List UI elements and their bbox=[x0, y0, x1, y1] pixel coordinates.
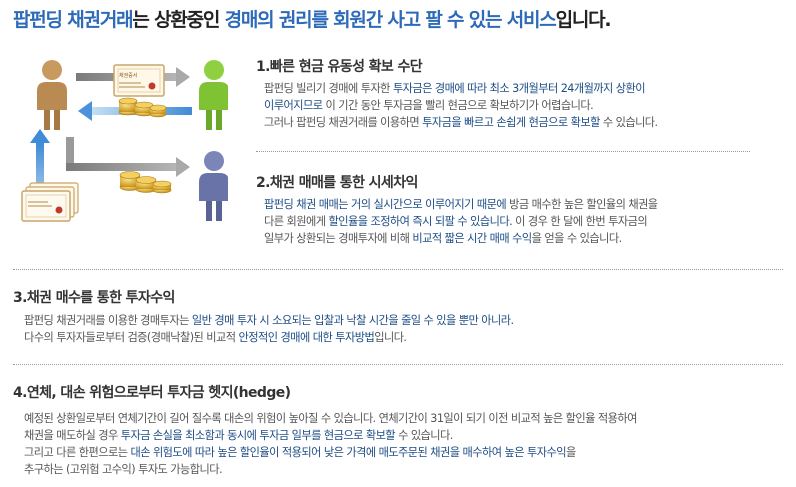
divider-1 bbox=[256, 151, 750, 152]
user-green-icon bbox=[199, 60, 228, 130]
highlighted-text: 비교적 짧은 시간 매매 수익 bbox=[412, 232, 532, 245]
section-2-title: 2.채권 매매를 통한 시세차익 bbox=[256, 175, 418, 191]
body-text: 입니다. bbox=[374, 331, 407, 344]
body-text: 다수의 투자자들로부터 검증(경매낙찰)된 비교적 bbox=[24, 331, 239, 344]
highlighted-text: 팝펀딩 채권 매매는 거의 실시간으로 이루어지기 때문에 bbox=[264, 198, 507, 211]
body-text: 그러나 팝펀딩 채권거래를 이용하면 bbox=[264, 116, 423, 129]
divider-2 bbox=[13, 269, 783, 270]
bond-certificate-icon: 채권증서 bbox=[113, 64, 165, 97]
highlighted-text: 투자금은 bbox=[392, 82, 433, 95]
paragraph-line: 팝펀딩 채권 매매는 거의 실시간으로 이루어지기 때문에 방금 매수한 높은 … bbox=[264, 196, 658, 213]
gold-coins-stack-icon bbox=[119, 171, 172, 194]
section-2-body: 팝펀딩 채권 매매는 거의 실시간으로 이루어지기 때문에 방금 매수한 높은 … bbox=[264, 196, 658, 247]
highlighted-text: 투자금 손실을 최소함과 동시에 투자금 일부를 현금으로 확보할 bbox=[120, 429, 396, 442]
paragraph-line: 그리고 다른 한편으로는 대손 위험도에 따라 높은 할인율이 적용되어 낮은 … bbox=[24, 444, 637, 461]
highlighted-text: 안정적인 경매에 대한 투자방법 bbox=[238, 331, 375, 344]
body-text: 추구하는 (고위험 고수익) 투자도 가능합니다. bbox=[24, 463, 223, 476]
body-text: 예정된 상환일로부터 연체기간이 길어 질수록 대손의 위험이 높아질 수 있습… bbox=[24, 412, 637, 425]
gold-coins-icon bbox=[118, 97, 167, 118]
highlighted-text: 경매에 따라 최소 3개월부터 24개월까지 상환이 bbox=[431, 82, 646, 95]
paragraph-line: 팝펀딩 채권거래를 이용한 경매투자는 일반 경매 투자 시 소요되는 입찰과 … bbox=[24, 312, 514, 329]
highlighted-text: 투자금을 빠르고 손쉽게 현금으로 확보할 bbox=[422, 116, 600, 129]
bond-trading-illustration: 채권증서 bbox=[21, 60, 228, 222]
body-text: 일부가 상환되는 경매투자에 비해 bbox=[264, 232, 413, 245]
body-text: 팝펀딩 빌리기 경매에 투자한 bbox=[264, 82, 393, 95]
section-4-title: 4.연체, 대손 위험으로부터 투자금 헷지(hedge) bbox=[13, 385, 291, 401]
bond-certificates-stack-icon bbox=[21, 182, 79, 222]
headline-text-b: 입니다. bbox=[555, 9, 612, 31]
body-text: 을 얻을 수 있습니다. bbox=[531, 232, 623, 245]
headline-service-name: 팝펀딩 채권거래 bbox=[13, 9, 134, 31]
body-text: 방금 매수한 높은 할인율의 채권을 bbox=[506, 198, 658, 211]
section-4-body: 예정된 상환일로부터 연체기간이 길어 질수록 대손의 위험이 높아질 수 있습… bbox=[24, 410, 637, 478]
page-headline: 팝펀딩 채권거래는 상환중인 경매의 권리를 회원간 사고 팔 수 있는 서비스… bbox=[13, 5, 612, 32]
headline-highlight: 경매의 권리를 회원간 사고 팔 수 있는 서비스 bbox=[224, 9, 557, 31]
body-text: 을 bbox=[565, 446, 576, 459]
body-text: 다른 회원에게 bbox=[264, 215, 329, 228]
paragraph-line: 채권을 매도하실 경우 투자금 손실을 최소함과 동시에 투자금 일부를 현금으… bbox=[24, 427, 637, 444]
paragraph-line: 팝펀딩 빌리기 경매에 투자한 투자금은 경매에 따라 최소 3개월부터 24개… bbox=[264, 80, 658, 97]
paragraph-line: 추구하는 (고위험 고수익) 투자도 가능합니다. bbox=[24, 461, 637, 478]
body-text: 수 있습니다. bbox=[395, 429, 453, 442]
highlighted-text: 할인율을 조정하여 즉시 되팔 수 있습니다. bbox=[328, 215, 513, 228]
section-3-title: 3.채권 매수를 통한 투자수익 bbox=[13, 290, 175, 306]
section-1-title: 1.빠른 현금 유동성 확보 수단 bbox=[256, 59, 423, 75]
body-text: 이 기간 동안 투자금을 빨리 현금으로 확보하기가 어렵습니다. bbox=[322, 99, 594, 112]
body-text: 팝펀딩 채권거래를 이용한 경매투자는 bbox=[24, 314, 192, 327]
highlighted-text: 이루어지므로 bbox=[264, 99, 323, 112]
paragraph-line: 이루어지므로 이 기간 동안 투자금을 빨리 현금으로 확보하기가 어렵습니다. bbox=[264, 97, 658, 114]
arrow-down-right-icon bbox=[66, 137, 190, 177]
body-text: 채권을 매도하실 경우 bbox=[24, 429, 121, 442]
paragraph-line: 예정된 상환일로부터 연체기간이 길어 질수록 대손의 위험이 높아질 수 있습… bbox=[24, 410, 637, 427]
divider-3 bbox=[13, 364, 783, 365]
headline-text-a: 는 상환중인 bbox=[132, 9, 225, 31]
paragraph-line: 그러나 팝펀딩 채권거래를 이용하면 투자금을 빠르고 손쉽게 현금으로 확보할… bbox=[264, 114, 658, 131]
section-3-body: 팝펀딩 채권거래를 이용한 경매투자는 일반 경매 투자 시 소요되는 입찰과 … bbox=[24, 312, 514, 346]
certificate-label: 채권증서 bbox=[119, 72, 137, 79]
highlighted-text: 일반 경매 투자 시 소요되는 입찰과 낙찰 시간을 줄일 수 있을 뿐만 아니… bbox=[191, 314, 514, 327]
body-text: 수 있습니다. bbox=[599, 116, 658, 129]
highlighted-text: 대손 위험도에 따라 높은 할인율이 적용되어 낮은 가격에 매도주문된 채권을… bbox=[130, 446, 566, 459]
section-1-body: 팝펀딩 빌리기 경매에 투자한 투자금은 경매에 따라 최소 3개월부터 24개… bbox=[264, 80, 658, 131]
paragraph-line: 다수의 투자자들로부터 검증(경매낙찰)된 비교적 안정적인 경매에 대한 투자… bbox=[24, 329, 514, 346]
body-text: 이 경우 한 달에 한번 투자금의 bbox=[512, 215, 648, 228]
paragraph-line: 다른 회원에게 할인율을 조정하여 즉시 되팔 수 있습니다. 이 경우 한 달… bbox=[264, 213, 658, 230]
paragraph-line: 일부가 상환되는 경매투자에 비해 비교적 짧은 시간 매매 수익을 얻을 수 … bbox=[264, 230, 658, 247]
body-text: 그리고 다른 한편으로는 bbox=[24, 446, 131, 459]
user-purple-icon bbox=[199, 151, 228, 221]
user-brown-icon bbox=[37, 60, 67, 130]
